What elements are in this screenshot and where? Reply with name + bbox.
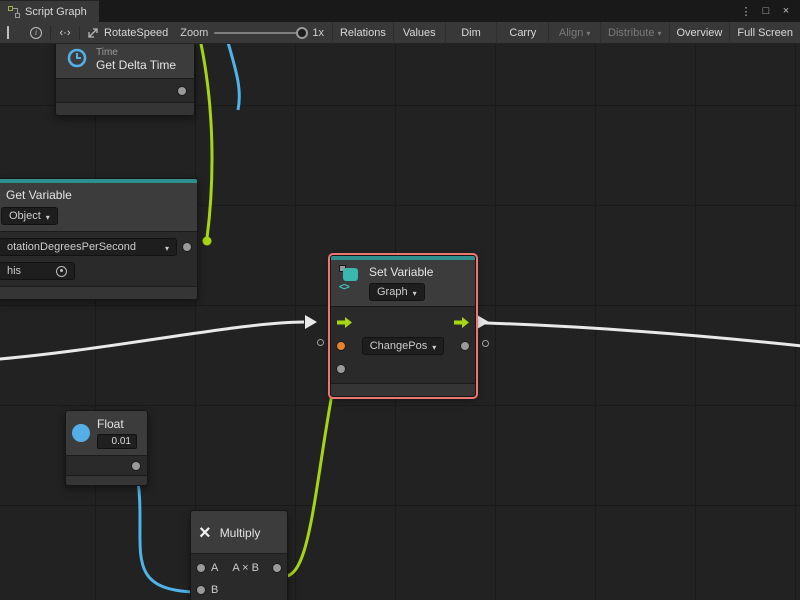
value-input-port[interactable] xyxy=(337,365,345,373)
tab-bar: Script Graph ⋮ □ × xyxy=(0,0,800,22)
float-value-input[interactable]: 0.01 xyxy=(97,434,137,449)
flow-out-port[interactable] xyxy=(454,317,469,328)
carry-button[interactable]: Carry xyxy=(496,22,548,44)
zoom-label: Zoom xyxy=(180,27,208,39)
node-title: Get Variable xyxy=(6,188,72,202)
external-port-ring-left[interactable] xyxy=(317,339,324,346)
flow-wire-out[interactable] xyxy=(452,322,800,347)
zoom-control: Zoom 1x xyxy=(174,27,330,39)
graph-canvas[interactable]: Time Get Delta Time Get Variable Object … xyxy=(0,44,800,600)
chevron-down-icon: ▾ xyxy=(432,343,436,352)
set-variable-icon: <> xyxy=(339,265,363,293)
variable-name-dropdown[interactable]: otationDegreesPerSecond ▾ xyxy=(0,238,177,256)
value-wire-blue-bottom[interactable] xyxy=(136,468,194,592)
node-category: Time xyxy=(96,47,176,58)
zoom-slider-knob[interactable] xyxy=(296,27,308,39)
float-icon xyxy=(72,424,90,442)
node-set-variable[interactable]: <> Set Variable Graph ▾ xyxy=(330,255,476,397)
chevron-down-icon: ▾ xyxy=(46,213,50,222)
code-view-icon[interactable]: ‹·› xyxy=(53,22,77,44)
input-b-label: B xyxy=(211,584,218,596)
output-port[interactable] xyxy=(132,462,140,470)
node-title: Get Delta Time xyxy=(96,58,176,72)
info-icon[interactable]: i xyxy=(24,22,48,44)
variable-scope-dropdown[interactable]: Object ▾ xyxy=(1,207,58,225)
flow-in-port[interactable] xyxy=(337,317,352,328)
node-multiply[interactable]: × Multiply A A × B B xyxy=(190,510,288,600)
output-port[interactable] xyxy=(461,342,469,350)
flow-wire-in[interactable] xyxy=(0,322,304,360)
node-title: Float xyxy=(97,417,137,431)
close-icon[interactable]: × xyxy=(778,3,794,19)
node-get-variable[interactable]: Get Variable Object ▾ otationDegreesPerS… xyxy=(0,178,198,300)
output-port[interactable] xyxy=(178,87,186,95)
multiply-icon: × xyxy=(199,523,211,543)
chevron-down-icon: ▾ xyxy=(165,244,169,253)
external-port-ring-right[interactable] xyxy=(482,340,489,347)
node-title: Multiply xyxy=(220,526,261,540)
script-graph-window: Script Graph ⋮ □ × i ‹·› RotateSpeed Zoo… xyxy=(0,0,800,600)
variable-scope-dropdown[interactable]: Graph ▾ xyxy=(369,283,425,301)
dim-button[interactable]: Dim xyxy=(445,22,497,44)
menu-icon[interactable]: ⋮ xyxy=(738,3,754,19)
chevron-down-icon: ▾ xyxy=(586,29,590,38)
node-float[interactable]: Float 0.01 xyxy=(65,410,148,486)
script-graph-icon xyxy=(8,6,20,18)
zoom-slider[interactable] xyxy=(214,32,306,34)
value-wire-blue-top[interactable] xyxy=(224,44,239,110)
toolbar-buttons: Relations Values Dim Carry Align ▾ Distr… xyxy=(332,22,800,44)
variable-name-dropdown[interactable]: ChangePos ▾ xyxy=(362,337,445,355)
output-port[interactable] xyxy=(273,564,281,572)
output-port[interactable] xyxy=(183,243,191,251)
toolbar-separator xyxy=(50,26,51,40)
flow-wire-in-arrow xyxy=(305,315,317,329)
distribute-button: Distribute ▾ xyxy=(600,22,668,44)
node-get-delta-time[interactable]: Time Get Delta Time xyxy=(55,44,195,116)
zoom-value: 1x xyxy=(312,27,324,39)
node-title: Set Variable xyxy=(369,265,433,279)
output-label: A × B xyxy=(224,562,267,574)
window-controls: ⋮ □ × xyxy=(738,0,800,22)
values-button[interactable]: Values xyxy=(393,22,445,44)
graph-arrows-icon xyxy=(88,27,99,38)
tab-script-graph[interactable]: Script Graph xyxy=(0,0,99,22)
variable-name-port[interactable] xyxy=(337,342,345,350)
input-b-port[interactable] xyxy=(197,586,205,594)
tab-title: Script Graph xyxy=(25,6,87,18)
graph-toolbar: i ‹·› RotateSpeed Zoom 1x Relations Valu… xyxy=(0,22,800,44)
full-screen-button[interactable]: Full Screen xyxy=(729,22,800,44)
overview-button[interactable]: Overview xyxy=(669,22,730,44)
input-a-port[interactable] xyxy=(197,564,205,572)
align-button: Align ▾ xyxy=(548,22,600,44)
relations-button[interactable]: Relations xyxy=(332,22,393,44)
toolbar-separator xyxy=(79,26,80,40)
chevron-down-icon: ▾ xyxy=(413,289,417,298)
target-object-field[interactable]: his xyxy=(0,262,75,280)
input-a-label: A xyxy=(211,562,218,574)
clock-icon xyxy=(66,47,88,69)
graph-asset[interactable]: RotateSpeed xyxy=(82,27,174,39)
flow-wire-out-arrow xyxy=(477,315,489,329)
green-wire-endpoint-port[interactable] xyxy=(203,237,212,246)
value-wire-green-top[interactable] xyxy=(197,44,212,238)
chevron-down-icon: ▾ xyxy=(657,29,661,38)
object-picker-icon[interactable] xyxy=(56,266,67,277)
graph-name: RotateSpeed xyxy=(104,27,168,39)
lock-icon[interactable] xyxy=(0,22,24,44)
maximize-icon[interactable]: □ xyxy=(758,3,774,19)
